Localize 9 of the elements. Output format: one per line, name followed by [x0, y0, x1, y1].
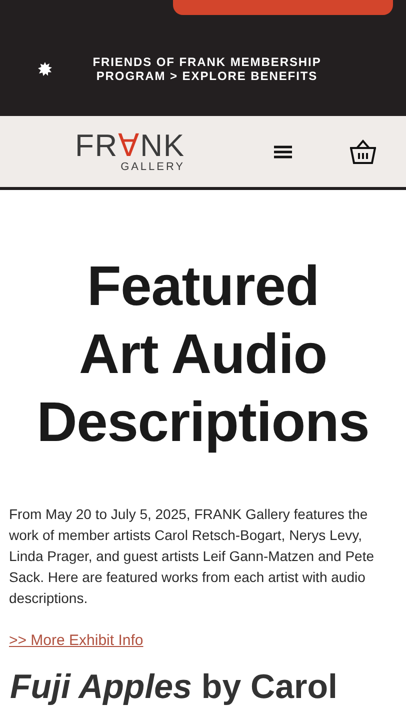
menu-icon[interactable]: [274, 144, 292, 158]
gallery-logo[interactable]: FR∀NK GALLERY: [55, 130, 185, 172]
membership-link[interactable]: FRIENDS OF FRANK MEMBERSHIP PROGRAM > EXPLORE BENEFITS: [82, 55, 332, 83]
exhibit-info-link[interactable]: >> More Exhibit Info: [9, 632, 144, 649]
page-heading: Featured Art Audio Descriptions: [36, 253, 370, 455]
basket-icon[interactable]: [348, 138, 378, 164]
artwork-title: Fuji Apples by Carol: [9, 667, 338, 707]
sunburst-icon: [38, 62, 52, 76]
intro-paragraph: From May 20 to July 5, 2025, FRANK Gallery features the work of member artists Carol Retsch-Bogart, Nerys Levy, Linda Prager, and guest artists Leif Gann-Matzen and Pete Sack. Here are featured works from each artist with audio descriptions.: [8, 505, 376, 608]
